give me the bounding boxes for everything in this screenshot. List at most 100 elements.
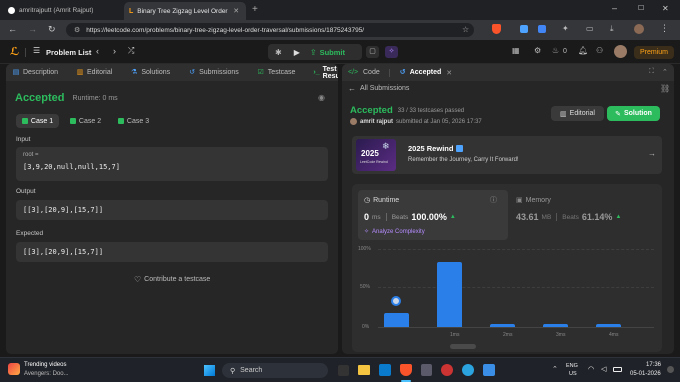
volume-icon[interactable]: ◁ [601, 365, 606, 373]
download-icon[interactable]: ⤓ [610, 24, 614, 34]
user-avatar[interactable] [614, 45, 627, 58]
maximize-icon[interactable]: ☐ [638, 4, 644, 12]
calculator-icon[interactable] [421, 364, 432, 376]
collapse-icon[interactable]: ⌃ [662, 68, 668, 76]
chart-bar-0ms[interactable] [384, 312, 409, 327]
chart-bar-1ms[interactable] [437, 262, 462, 327]
new-tab-icon[interactable]: + [252, 4, 258, 15]
browser-tab-leetcode[interactable]: L Binary Tree Zigzag Level Order T ✕ [124, 2, 246, 20]
chart-bar-3ms[interactable] [543, 323, 568, 327]
terminal-icon: ›_ [313, 68, 320, 76]
chevron-up-icon[interactable]: ⌃ [552, 365, 558, 373]
tab-submissions[interactable]: ↺ Submissions [188, 69, 239, 77]
wifi-icon[interactable]: ◠ [588, 365, 594, 373]
app-icon[interactable] [441, 364, 453, 376]
submitted-at: submitted at Jan 05, 2026 17:37 [396, 118, 482, 125]
site-info-icon[interactable]: ⚙ [74, 26, 80, 34]
tab-test-result[interactable]: ›_Test Result [313, 66, 338, 80]
forward-icon[interactable]: → [28, 24, 37, 34]
brave-browser-icon[interactable] [400, 364, 412, 376]
close-tab-icon[interactable]: ✕ [233, 7, 239, 15]
brave-shield-icon[interactable] [492, 24, 501, 34]
bell-icon[interactable]: 🔔︎ [578, 46, 588, 55]
all-submissions-link[interactable]: ← All Submissions [348, 84, 409, 93]
news-title[interactable]: Trending videos [24, 362, 66, 368]
submit-button[interactable]: ⇪ Submit [310, 48, 345, 57]
x-tick-label: 3ms [556, 332, 566, 338]
premium-button[interactable]: Premium [634, 46, 674, 59]
avatar [350, 118, 357, 125]
weather-icon[interactable] [8, 363, 20, 375]
browser-tab-github[interactable]: amritrajputt (Amrit Rajput) [4, 3, 122, 17]
invite-icon[interactable]: ⚇ [596, 46, 603, 55]
close-window-icon[interactable]: ✕ [662, 4, 669, 13]
divider [385, 213, 387, 221]
tab-testcase[interactable]: ☑ Testcase [257, 69, 296, 77]
case-1-tab[interactable]: Case 1 [16, 114, 59, 128]
debug-icon[interactable]: ✱ [275, 48, 282, 57]
chart-bar-2ms[interactable] [490, 323, 515, 327]
ai-assist-icon[interactable]: ✧ [385, 46, 398, 58]
language-line-1[interactable]: ENG [566, 363, 578, 369]
store-icon[interactable] [483, 364, 495, 376]
back-icon[interactable]: ← [8, 24, 17, 34]
tab-description[interactable]: ▤ Description [12, 69, 58, 77]
tab-accepted[interactable]: ↺ Accepted ✕ [399, 69, 452, 77]
clock-time[interactable]: 17:36 [646, 362, 661, 368]
solution-button[interactable]: ✎ Solution [607, 106, 660, 121]
x-tick-label: 4ms [609, 332, 619, 338]
bookmark-star-icon[interactable]: ☆ [462, 25, 469, 34]
rewind-banner[interactable]: 2025 LeetCode Rewind ❄ 2025 Rewind Remem… [352, 136, 662, 174]
submitter-name[interactable]: amrit rajput [360, 119, 393, 125]
tab-editorial[interactable]: ▥ Editorial [76, 69, 113, 77]
layout-icon[interactable]: ▦ [512, 46, 520, 55]
minimize-icon[interactable]: – [612, 3, 617, 13]
runtime-box[interactable]: ◷ Runtime ⓘ 0 ms Beats 100.00% ▲ ✧ Analy… [358, 190, 508, 240]
link-icon[interactable]: ⛓ [660, 84, 670, 93]
chart-bar-4ms[interactable] [596, 323, 621, 327]
extension-icon-2[interactable] [538, 25, 546, 33]
eye-icon[interactable]: ◉ [318, 93, 325, 102]
editorial-button[interactable]: ▥ Editorial [551, 106, 604, 121]
profile-avatar[interactable] [634, 24, 644, 34]
tab-solutions[interactable]: ⚗ Solutions [130, 69, 170, 77]
runtime-value: 0 [364, 212, 370, 222]
close-tab-icon[interactable]: ✕ [446, 69, 452, 77]
extension-icon[interactable] [520, 25, 528, 33]
fire-icon[interactable]: ♨ [552, 46, 559, 55]
tab-code[interactable]: </> Code [348, 69, 380, 77]
leetcode-logo-icon[interactable]: ℒ [10, 45, 19, 58]
menu-icon[interactable]: ⋮ [660, 23, 669, 34]
settings-icon[interactable]: ⚙ [534, 46, 541, 55]
taskbar-search[interactable]: ⚲ Search [222, 363, 328, 378]
heart-icon: ♡ [134, 275, 142, 284]
next-problem-icon[interactable]: › [113, 46, 116, 56]
chart-scrollbar[interactable] [450, 344, 476, 349]
vscode-icon[interactable] [379, 364, 391, 376]
problem-list-link[interactable]: Problem List [46, 48, 91, 57]
notes-icon[interactable]: ▢ [366, 46, 379, 58]
run-icon[interactable]: ▶ [294, 48, 300, 57]
windows-start-icon[interactable] [204, 365, 215, 376]
memory-box[interactable]: ▣ Memory 43.61 MB Beats 61.14% ▲ [512, 190, 656, 240]
info-icon[interactable]: ⓘ [490, 195, 497, 205]
reload-icon[interactable]: ↻ [48, 24, 56, 35]
split-view-icon[interactable]: ▭ [586, 24, 594, 33]
battery-icon[interactable] [613, 367, 622, 372]
memory-unit: MB [541, 213, 552, 221]
x-tick-label: 2ms [503, 332, 513, 338]
notification-icon[interactable] [667, 366, 674, 373]
telegram-icon[interactable] [462, 364, 474, 376]
contribute-testcase-link[interactable]: ♡ Contribute a testcase [134, 275, 210, 284]
widget-icon[interactable] [338, 365, 349, 376]
prev-problem-icon[interactable]: ‹ [96, 46, 99, 56]
list-icon[interactable]: ☰ [33, 46, 40, 55]
expand-icon[interactable]: ⛶ [649, 68, 654, 76]
case-3-tab[interactable]: Case 3 [112, 114, 155, 128]
case-2-tab[interactable]: Case 2 [64, 114, 107, 128]
analyze-complexity-link[interactable]: ✧ Analyze Complexity [364, 228, 425, 236]
url-input[interactable]: ⚙ https://leetcode.com/problems/binary-t… [66, 23, 474, 37]
file-explorer-icon[interactable] [358, 365, 370, 375]
puzzle-icon[interactable]: ✦ [562, 24, 569, 33]
shuffle-icon[interactable]: ⤮ [128, 46, 134, 56]
